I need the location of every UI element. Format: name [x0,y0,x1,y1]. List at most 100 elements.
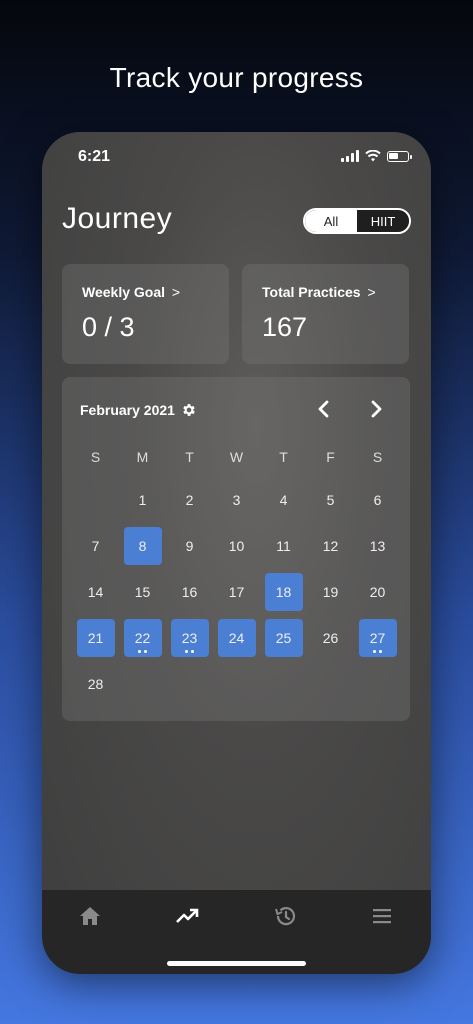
status-icons [341,150,412,162]
calendar-empty-cell [213,661,260,707]
calendar-day-number: 10 [228,538,245,554]
calendar-week-row: 7 8 9 10 11 12 13 [72,523,401,569]
status-time: 6:21 [78,148,111,165]
tab-journey[interactable] [175,904,205,928]
previous-month-button[interactable] [312,397,336,421]
calendar-day-number: 25 [275,630,292,646]
battery-icon [387,150,412,162]
weekly-goal-label-text: Weekly Goal [82,284,166,300]
status-bar: 6:21 [42,132,431,182]
calendar-day-number: 28 [87,676,104,692]
calendar-day-number: 1 [138,492,147,508]
calendar-day-number: 7 [91,538,100,554]
calendar-day-number: 15 [134,584,151,600]
calendar-day-completed[interactable]: 21 [72,615,119,661]
home-icon [80,907,100,925]
menu-icon [373,909,391,924]
calendar-day-completed[interactable]: 22 [119,615,166,661]
total-practices-label-text: Total Practices [262,284,361,300]
gear-icon[interactable] [181,402,197,418]
weekday-label: W [229,449,244,465]
weekday-label: S [372,449,383,465]
calendar-day-number: 4 [279,492,288,508]
calendar-empty-cell [72,477,119,523]
calendar-day-number: 19 [322,584,339,600]
calendar-day[interactable]: 7 [72,523,119,569]
tab-menu[interactable] [370,904,400,928]
calendar-day-number: 13 [369,538,386,554]
calendar-day-completed[interactable]: 23 [166,615,213,661]
calendar-day[interactable]: 17 [213,569,260,615]
weekday-label: S [90,449,101,465]
next-month-button[interactable] [364,397,388,421]
multi-session-dots [124,650,162,653]
toggle-option-all[interactable]: All [305,210,357,232]
calendar-day-number: 11 [276,538,291,554]
calendar-day[interactable]: 3 [213,477,260,523]
calendar-day[interactable]: 11 [260,523,307,569]
trending-up-icon [176,908,199,923]
calendar-card: February 2021 SMTWTFS 1 2 3 4 5 6 7 8 9 10 11 12 13 1… [62,377,410,721]
calendar-day[interactable]: 15 [119,569,166,615]
calendar-day-number: 20 [369,584,386,600]
calendar-day-number: 23 [181,630,198,646]
weekday-label: F [326,449,335,465]
calendar-week-row: 28 [72,661,401,707]
calendar-day-number: 5 [326,492,335,508]
calendar-day-number: 17 [228,584,245,600]
calendar-day[interactable]: 2 [166,477,213,523]
calendar-day[interactable]: 5 [307,477,354,523]
calendar-day[interactable]: 19 [307,569,354,615]
calendar-grid: SMTWTFS 1 2 3 4 5 6 7 8 9 10 11 12 13 14 15 16 17 18 19 20 2… [72,437,401,707]
calendar-day[interactable]: 13 [354,523,401,569]
calendar-day-number: 8 [138,538,147,554]
weekly-goal-label: Weekly Goal > [82,284,180,300]
calendar-day-completed[interactable]: 24 [213,615,260,661]
calendar-day-number: 14 [87,584,104,600]
calendar-day[interactable]: 10 [213,523,260,569]
cellular-signal-icon [341,150,359,162]
calendar-day-number: 12 [322,538,339,554]
calendar-day[interactable]: 1 [119,477,166,523]
phone-frame: 6:21 Journey All HIIT Weekly Goal > 0 / … [42,132,431,974]
calendar-day[interactable]: 9 [166,523,213,569]
calendar-day-number: 9 [185,538,194,554]
calendar-day-number: 16 [181,584,198,600]
calendar-month-label: February 2021 [80,402,175,418]
calendar-day-number: 27 [369,630,386,646]
tab-history[interactable] [273,904,303,928]
calendar-day[interactable]: 6 [354,477,401,523]
workout-filter-toggle: All HIIT [303,208,411,234]
page-title: Journey [62,202,173,235]
calendar-day-number: 3 [232,492,241,508]
toggle-option-hiit[interactable]: HIIT [357,210,409,232]
chevron-right-icon: > [367,284,376,300]
calendar-day[interactable]: 16 [166,569,213,615]
calendar-day-completed[interactable]: 8 [119,523,166,569]
weekday-header: SMTWTFS [72,437,401,477]
wifi-icon [365,150,381,162]
calendar-day[interactable]: 28 [72,661,119,707]
weekly-goal-card[interactable]: Weekly Goal > 0 / 3 [62,264,229,364]
calendar-day[interactable]: 20 [354,569,401,615]
calendar-empty-cell [119,661,166,707]
weekday-label: M [136,449,149,465]
calendar-week-row: 1 2 3 4 5 6 [72,477,401,523]
calendar-day[interactable]: 12 [307,523,354,569]
multi-session-dots [359,650,397,653]
tab-home[interactable] [78,904,108,928]
calendar-day[interactable]: 4 [260,477,307,523]
home-indicator[interactable] [167,961,306,966]
calendar-day-number: 18 [275,584,292,600]
calendar-empty-cell [307,661,354,707]
calendar-day[interactable]: 14 [72,569,119,615]
calendar-day-completed[interactable]: 27 [354,615,401,661]
calendar-day-completed[interactable]: 25 [260,615,307,661]
total-practices-value: 167 [262,312,308,342]
weekday-label: T [279,449,288,465]
total-practices-card[interactable]: Total Practices > 167 [242,264,409,364]
calendar-day-completed[interactable]: 18 [260,569,307,615]
tab-bar [42,890,431,974]
calendar-day[interactable]: 26 [307,615,354,661]
calendar-empty-cell [166,661,213,707]
